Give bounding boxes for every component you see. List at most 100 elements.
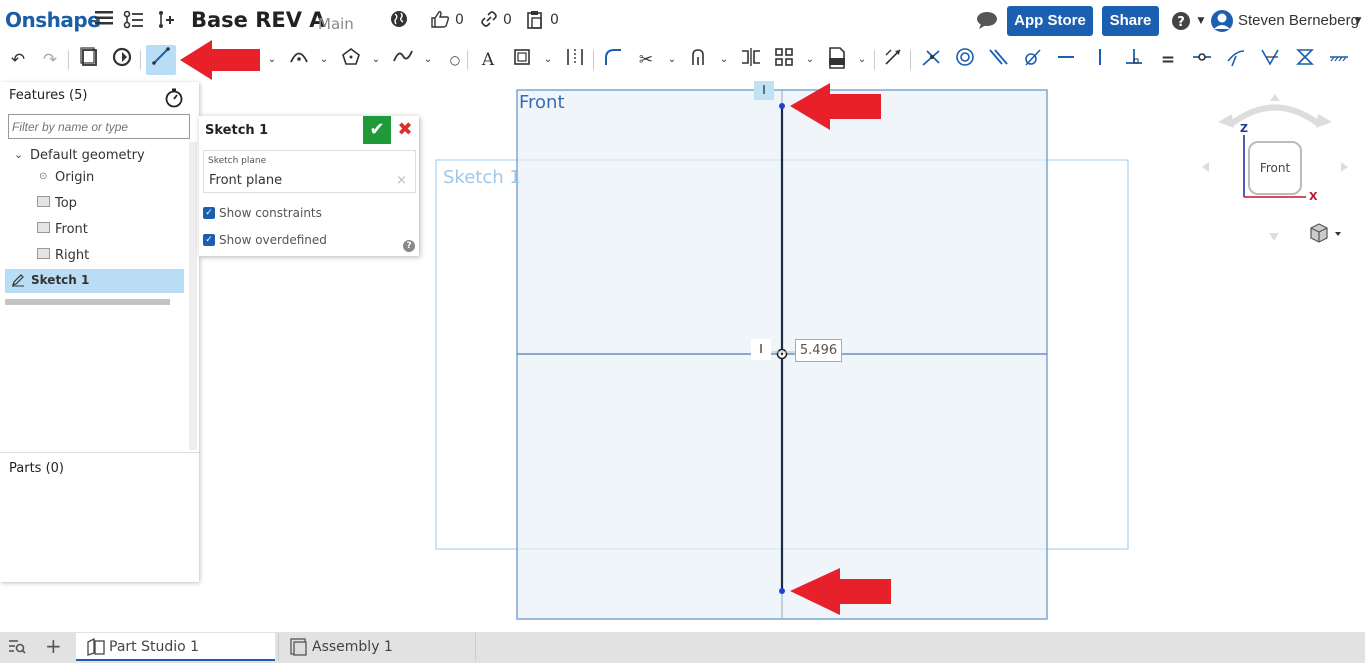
accept-check-icon[interactable]: ✔ <box>363 116 391 144</box>
chevron-down-icon[interactable]: ⌄ <box>666 47 678 73</box>
chevron-down-icon[interactable]: ⌄ <box>718 47 730 73</box>
polygon-icon[interactable] <box>338 47 364 73</box>
vertical-icon[interactable] <box>1087 47 1113 73</box>
rollback-timer-icon[interactable] <box>165 88 183 112</box>
features-title: Features (5) <box>9 88 88 103</box>
clipboard-icon[interactable] <box>524 10 546 32</box>
user-avatar-icon[interactable] <box>1210 9 1234 33</box>
tab-assembly-1[interactable]: Assembly 1 <box>278 633 476 661</box>
midpoint-icon[interactable] <box>1189 47 1215 73</box>
arc-icon[interactable] <box>286 47 312 73</box>
link-icon[interactable] <box>478 10 500 32</box>
chevron-down-icon[interactable]: ⌄ <box>856 47 868 73</box>
view-options-icon[interactable] <box>1309 223 1341 247</box>
graphics-area[interactable] <box>0 0 1365 663</box>
chevron-down-icon[interactable]: ⌄ <box>370 47 382 73</box>
horizontal-icon[interactable] <box>1053 47 1079 73</box>
parts-title[interactable]: Parts (0) <box>9 461 64 476</box>
trim-icon[interactable]: ✂ <box>633 47 659 73</box>
tree-item-front[interactable]: Front <box>55 222 88 237</box>
tree-item-sketch-label: Sketch 1 <box>31 273 90 287</box>
undo-icon[interactable]: ↶ <box>5 47 31 73</box>
tab-part-studio-1[interactable]: Part Studio 1 <box>76 633 275 661</box>
symmetric-icon[interactable] <box>1292 47 1318 73</box>
spline-icon[interactable] <box>390 47 416 73</box>
thumbs-up-icon[interactable] <box>429 10 451 32</box>
fillet-icon[interactable] <box>600 47 626 73</box>
show-constraints-checkbox[interactable]: ✓ <box>203 207 215 219</box>
construction-icon[interactable] <box>562 47 588 73</box>
line-icon[interactable] <box>146 45 176 75</box>
branch-label[interactable]: Main <box>318 15 354 33</box>
show-overdefined-checkbox[interactable]: ✓ <box>203 234 215 246</box>
chevron-down-icon[interactable]: ⌄ <box>318 47 330 73</box>
normal-icon[interactable] <box>1223 47 1249 73</box>
globe-icon[interactable] <box>388 10 410 32</box>
feature-filter-input[interactable] <box>8 114 190 139</box>
text-icon[interactable]: A <box>475 47 501 73</box>
show-constraints-label[interactable]: Show constraints <box>219 206 322 220</box>
parallel-icon[interactable] <box>985 47 1011 73</box>
chevron-down-icon[interactable]: ⌄ <box>804 47 816 73</box>
insert-icon[interactable] <box>154 10 176 32</box>
pierce-icon[interactable] <box>1257 47 1283 73</box>
add-tab-icon[interactable]: + <box>45 636 62 656</box>
onshape-logo[interactable]: Onshape <box>5 8 101 32</box>
length-dimension-input[interactable]: 5.496 <box>795 339 842 362</box>
sketch-select-icon[interactable] <box>109 47 135 73</box>
sketch-plane-field[interactable]: Sketch plane Front plane × <box>203 150 416 193</box>
tree-group-default-geometry[interactable]: Default geometry <box>30 148 145 163</box>
tree-item-sketch-1[interactable]: Sketch 1 <box>5 269 184 293</box>
share-button[interactable]: Share <box>1102 6 1159 36</box>
menu-icon[interactable] <box>93 10 115 32</box>
pattern-icon[interactable] <box>771 47 797 73</box>
show-overdefined-label[interactable]: Show overdefined <box>219 233 327 247</box>
tree-item-top[interactable]: Top <box>55 196 77 211</box>
vertical-scrollbar[interactable] <box>189 142 197 450</box>
tangent-icon[interactable] <box>1019 47 1045 73</box>
help-icon[interactable]: ? <box>1170 11 1192 33</box>
cancel-close-icon[interactable]: ✖ <box>393 116 417 144</box>
dxf-import-icon[interactable] <box>824 47 850 73</box>
sketch-dialog-title[interactable]: Sketch 1 <box>205 123 268 138</box>
perpendicular-icon[interactable] <box>1121 47 1147 73</box>
point-icon[interactable]: ○ <box>442 47 468 73</box>
chevron-down-icon[interactable]: ⌄ <box>422 47 434 73</box>
sketch-dialog: Sketch 1 ✔ ✖ Sketch plane Front plane × … <box>199 116 419 256</box>
clear-plane-icon[interactable]: × <box>396 173 407 188</box>
user-name[interactable]: Steven Berneberg <box>1238 12 1359 29</box>
coincident-icon[interactable] <box>918 47 944 73</box>
horizontal-scrollbar[interactable] <box>5 299 170 305</box>
origin-point[interactable] <box>776 348 788 360</box>
redo-icon[interactable]: ↷ <box>37 47 63 73</box>
line-endpoint-bottom[interactable] <box>779 588 785 594</box>
help-chevron-down-icon[interactable]: ▼ <box>1190 10 1212 32</box>
document-title[interactable]: Base REV A <box>191 8 326 32</box>
offset-icon[interactable] <box>509 47 535 73</box>
panel-divider[interactable] <box>0 452 199 453</box>
extend-icon[interactable] <box>686 47 712 73</box>
help-icon[interactable]: ? <box>403 240 415 252</box>
user-chevron-down-icon[interactable]: ▼ <box>1347 10 1365 32</box>
view-cube-front-face[interactable]: Front <box>1248 141 1302 195</box>
tab-manager-icon[interactable] <box>8 638 26 658</box>
tree-item-right[interactable]: Right <box>55 248 89 263</box>
chevron-down-icon[interactable]: ⌄ <box>266 47 278 73</box>
tree-item-origin[interactable]: Origin <box>55 170 94 185</box>
mirror-icon[interactable] <box>738 47 764 73</box>
vertical-constraint-badge[interactable]: I <box>754 81 774 100</box>
concentric-icon[interactable] <box>952 47 978 73</box>
sketch-icon[interactable] <box>76 47 102 73</box>
vertical-constraint-badge[interactable]: I <box>751 339 771 360</box>
fix-icon[interactable] <box>1326 47 1352 73</box>
versions-icon[interactable] <box>123 10 145 32</box>
view-cube-x-axis: X <box>1309 190 1318 203</box>
chevron-down-icon[interactable]: ⌄ <box>14 148 23 161</box>
app-store-button[interactable]: App Store <box>1007 6 1093 36</box>
dimension-icon[interactable] <box>880 47 906 73</box>
equal-icon[interactable]: = <box>1155 47 1181 73</box>
chevron-down-icon[interactable]: ⌄ <box>542 47 554 73</box>
line-endpoint-top[interactable] <box>779 103 785 109</box>
chat-icon[interactable] <box>976 10 998 32</box>
front-plane[interactable] <box>516 89 1048 620</box>
